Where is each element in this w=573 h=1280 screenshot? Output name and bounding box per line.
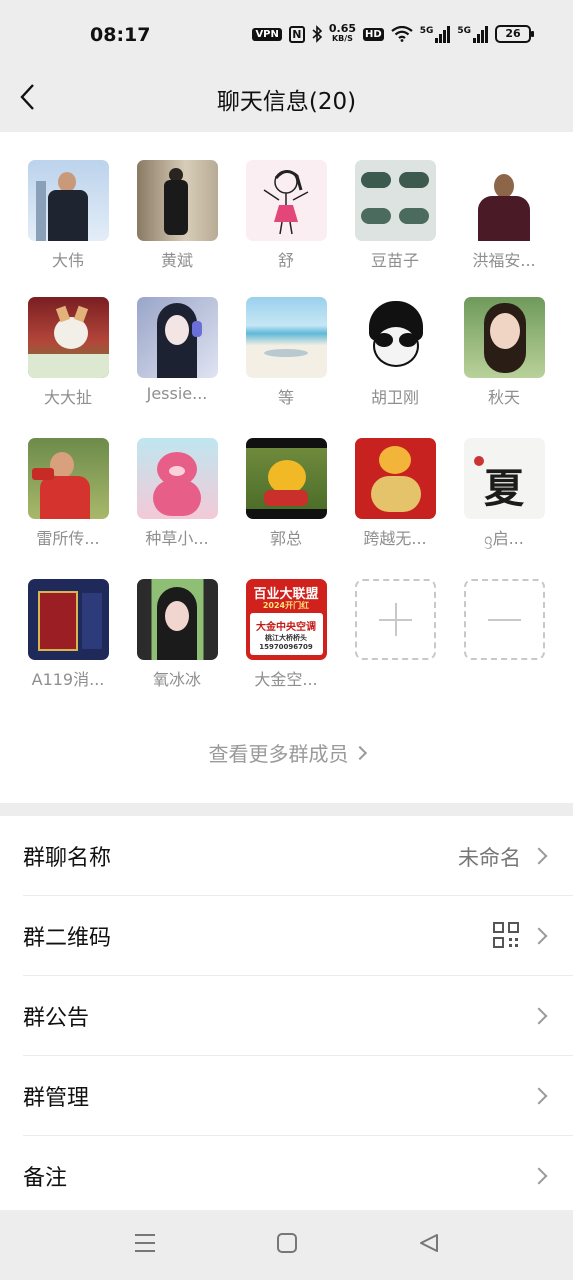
member-item[interactable]: A119消... xyxy=(18,579,118,690)
battery-icon: 26 xyxy=(495,25,534,43)
member-grid: 大伟 黄斌 舒 豆苗子 洪福安... 大大扯 Jessie... 等 胡卫刚 秋… xyxy=(0,132,573,803)
wifi-icon xyxy=(391,26,413,42)
qr-code-icon xyxy=(493,922,519,948)
remove-member-button[interactable] xyxy=(454,579,554,660)
cellular-signal-1-icon: 5G xyxy=(420,25,451,43)
ad-phone: 15970096709 xyxy=(259,643,313,651)
menu-icon[interactable] xyxy=(134,1232,156,1254)
plus-icon[interactable] xyxy=(354,579,436,660)
member-item[interactable]: 雷所传... xyxy=(18,438,118,549)
add-member-button[interactable] xyxy=(345,579,445,660)
remark-row[interactable]: 备注 xyxy=(0,1136,573,1216)
member-item[interactable]: 豆苗子 xyxy=(345,160,445,271)
member-item[interactable]: 秋天 xyxy=(454,297,554,408)
member-item[interactable]: 胡卫刚 xyxy=(345,297,445,408)
member-item[interactable]: 氧冰冰 xyxy=(127,579,227,690)
member-item[interactable]: 大大扯 xyxy=(18,297,118,408)
view-more-members-link[interactable]: 查看更多群成员 xyxy=(0,738,573,767)
member-item[interactable]: 舒 xyxy=(236,160,336,271)
member-avatar: 夏 xyxy=(463,438,545,519)
ad-main: 大金中央空调 xyxy=(256,622,316,633)
status-time: 08:17 xyxy=(90,24,151,46)
chevron-right-icon xyxy=(530,1087,548,1105)
ad-address: 桃江大桥桥头 xyxy=(265,634,307,642)
member-avatar xyxy=(245,297,327,378)
group-qr-label: 群二维码 xyxy=(23,926,112,951)
member-item[interactable]: 大伟 xyxy=(18,160,118,271)
group-manage-row[interactable]: 群管理 xyxy=(0,1056,573,1136)
member-item[interactable]: Jessie... xyxy=(127,297,227,403)
member-avatar xyxy=(27,160,109,241)
chevron-right-icon xyxy=(530,1167,548,1185)
member-avatar xyxy=(136,579,218,660)
chevron-right-icon xyxy=(530,927,548,945)
group-name-label: 群聊名称 xyxy=(23,846,112,871)
member-item[interactable]: 等 xyxy=(236,297,336,408)
member-avatar xyxy=(27,297,109,378)
network-speed: 0.65 KB/S xyxy=(328,22,357,43)
group-manage-label: 群管理 xyxy=(23,1086,90,1111)
nfc-icon: N xyxy=(288,25,305,43)
ad-subtitle: 2024开门红 xyxy=(262,601,310,610)
chevron-right-icon xyxy=(530,1007,548,1025)
group-notice-row[interactable]: 群公告 xyxy=(0,976,573,1056)
member-avatar xyxy=(354,438,436,519)
minus-icon[interactable] xyxy=(463,579,545,660)
member-avatar xyxy=(245,438,327,519)
member-item[interactable]: 夏 ᦋ启... xyxy=(454,438,554,549)
member-avatar xyxy=(27,579,109,660)
system-nav-bar xyxy=(0,1210,573,1280)
member-item[interactable]: 种草小... xyxy=(127,438,227,549)
group-notice-label: 群公告 xyxy=(23,1006,90,1031)
member-item[interactable]: 跨越无... xyxy=(345,438,445,549)
remark-label: 备注 xyxy=(23,1166,68,1191)
member-avatar xyxy=(136,297,218,378)
home-icon[interactable] xyxy=(276,1232,298,1254)
cellular-signal-2-icon: 5G xyxy=(457,25,488,43)
group-name-value: 未命名 xyxy=(458,846,521,870)
member-avatar xyxy=(136,160,218,241)
member-avatar xyxy=(463,160,545,241)
hd-icon: HD xyxy=(363,27,384,41)
member-avatar xyxy=(245,160,327,241)
status-icons: VPN N 0.65 KB/S HD 5G 5G 26 xyxy=(252,22,534,44)
member-item[interactable]: 黄斌 xyxy=(127,160,227,271)
page-title: 聊天信息(20) xyxy=(216,89,357,115)
group-qr-row[interactable]: 群二维码 xyxy=(0,896,573,976)
member-avatar xyxy=(354,297,436,378)
chevron-right-icon xyxy=(352,745,367,761)
vpn-icon: VPN xyxy=(252,27,282,41)
back-triangle-icon[interactable] xyxy=(418,1232,440,1254)
member-item[interactable]: 百业大联盟 2024开门红 大金中央空调 桃江大桥桥头 15970096709 … xyxy=(236,579,336,690)
member-avatar xyxy=(463,297,545,378)
member-avatar xyxy=(354,160,436,241)
member-avatar: 百业大联盟 2024开门红 大金中央空调 桃江大桥桥头 15970096709 xyxy=(245,579,327,660)
member-avatar xyxy=(27,438,109,519)
group-name-row[interactable]: 群聊名称 未命名 xyxy=(0,816,573,896)
member-item[interactable]: 洪福安... xyxy=(454,160,554,271)
bluetooth-icon xyxy=(312,25,322,43)
group-settings-list: 群聊名称 未命名 群二维码 群公告 群管理 备注 xyxy=(0,816,573,1210)
chevron-right-icon xyxy=(530,847,548,865)
nav-bar: 聊天信息(20) xyxy=(0,72,573,132)
member-item[interactable]: 郭总 xyxy=(236,438,336,549)
member-avatar xyxy=(136,438,218,519)
status-bar: 08:17 VPN N 0.65 KB/S HD 5G 5G 26 xyxy=(0,0,573,72)
